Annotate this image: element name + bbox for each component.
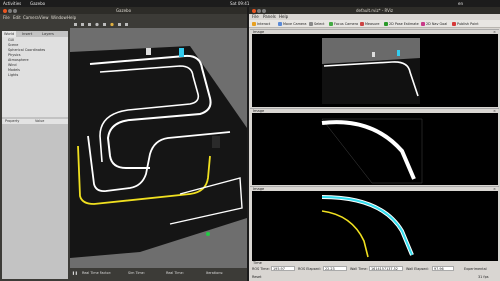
tool-publish-point[interactable]: Publish Point — [452, 21, 479, 27]
tool-measure[interactable]: Measure — [360, 21, 379, 27]
property-column: Property — [5, 119, 20, 123]
interact-icon — [252, 22, 256, 26]
language-indicator[interactable]: en — [458, 0, 463, 7]
menu-view[interactable]: View — [39, 14, 49, 21]
value-column: Value — [35, 119, 45, 123]
time-panel: ROS Time: 195.97 ROS Elapsed: 22.23 Wall… — [250, 266, 499, 273]
menu-camera[interactable]: Camera — [23, 14, 39, 21]
wall-elapsed-label: Wall Elapsed: — [406, 267, 429, 271]
tree-item-scene[interactable]: Scene — [8, 43, 18, 47]
active-app-label: Gazebo — [30, 1, 46, 6]
ros-elapsed-label: ROS Elapsed: — [298, 267, 321, 271]
menu-edit[interactable]: Edit — [13, 14, 21, 21]
ros-time-label: ROS Time: — [252, 267, 270, 271]
world-tree: GUI Scene Spherical Coordinates Physics … — [2, 37, 68, 117]
focus-camera-icon — [329, 22, 333, 26]
nav-goal-icon — [421, 22, 425, 26]
rviz-title: default.rviz* - RViz — [356, 8, 393, 13]
tree-item-wind[interactable]: Wind — [8, 63, 17, 67]
tool-select[interactable]: Select — [309, 21, 324, 27]
robot-body — [212, 136, 220, 148]
image-panel-1 — [252, 34, 498, 107]
wall-elapsed-field[interactable]: 97.96 — [432, 266, 454, 271]
rviz-toolbar: Interact Move Camera Select Focus Camera… — [249, 20, 500, 28]
measure-icon — [360, 22, 364, 26]
real-time-factor-label: Real Time Factor: — [82, 271, 112, 275]
robot-model — [146, 48, 151, 55]
system-top-bar: Activities Gazebo Sat 09:41 en — [0, 0, 500, 7]
fps-indicator: 31 fps — [478, 275, 489, 279]
origin-marker — [206, 232, 210, 236]
gazebo-3d-viewport[interactable] — [70, 28, 247, 268]
gazebo-toolbar — [70, 21, 247, 28]
iterations-label: Iterations: — [206, 271, 224, 275]
image-panel-3 — [252, 191, 498, 261]
tool-move-camera[interactable]: Move Camera — [278, 21, 306, 27]
gazebo-status-bar: ❚❚ Real Time Factor: Sim Time: Real Time… — [70, 269, 247, 278]
real-time-label: Real Time: — [166, 271, 184, 275]
gazebo-title-bar[interactable]: Gazebo — [0, 7, 247, 14]
camera-image-raw — [252, 34, 498, 107]
tree-item-physics[interactable]: Physics — [8, 53, 21, 57]
clock[interactable]: Sat 09:41 — [230, 0, 249, 7]
menu-file[interactable]: File — [3, 14, 10, 21]
rviz-window: default.rviz* - RViz File Panels Help In… — [249, 7, 500, 281]
tree-item-spherical-coordinates[interactable]: Spherical Coordinates — [8, 48, 45, 52]
sim-time-label: Sim Time: — [128, 271, 145, 275]
tool-focus-camera[interactable]: Focus Camera — [329, 21, 358, 27]
select-icon — [309, 22, 313, 26]
pause-icon[interactable]: ❚❚ — [72, 269, 78, 278]
wall-time-label: Wall Time: — [350, 267, 368, 271]
tree-item-atmosphere[interactable]: Atmosphere — [8, 58, 29, 62]
menu-help[interactable]: Help — [67, 14, 76, 21]
birdseye-white-mask — [252, 113, 498, 185]
tool-interact[interactable]: Interact — [252, 21, 270, 27]
move-camera-icon — [278, 22, 282, 26]
reset-button[interactable]: Reset — [252, 274, 261, 281]
publish-point-icon — [452, 22, 456, 26]
rviz-footer: Reset 31 fps — [250, 274, 499, 281]
rviz-title-bar[interactable]: default.rviz* - RViz — [249, 7, 500, 14]
property-header: Property Value — [2, 119, 68, 124]
gazebo-window: Gazebo File Edit Camera View Window Help… — [0, 7, 247, 281]
gazebo-title: Gazebo — [115, 8, 132, 13]
tree-item-gui[interactable]: GUI — [8, 38, 14, 42]
menu-window[interactable]: Window — [51, 14, 67, 21]
tree-item-lights[interactable]: Lights — [8, 73, 18, 77]
pose-estimate-icon — [384, 22, 388, 26]
tool-2d-nav-goal[interactable]: 2D Nav Goal — [421, 21, 447, 27]
tree-item-models[interactable]: Models — [8, 68, 20, 72]
traffic-light-model — [179, 48, 184, 57]
activities-button[interactable]: Activities — [3, 0, 21, 7]
image-panel-2 — [252, 113, 498, 185]
tool-2d-pose-estimate[interactable]: 2D Pose Estimate — [384, 21, 419, 27]
ros-time-field[interactable]: 195.97 — [271, 266, 295, 271]
birdseye-lane-detection — [252, 191, 498, 261]
toolbar-icons[interactable] — [70, 21, 247, 28]
world-panel: World Insert Layers GUI Scene Spherical … — [2, 31, 68, 279]
wall-time-field[interactable]: 1614157137.52 — [369, 266, 403, 271]
track-scene — [70, 28, 247, 268]
gazebo-menu-bar: File Edit Camera View Window Help — [0, 14, 247, 21]
experimental-checkbox[interactable]: Experimental — [464, 266, 487, 273]
ros-elapsed-field[interactable]: 22.23 — [323, 266, 347, 271]
